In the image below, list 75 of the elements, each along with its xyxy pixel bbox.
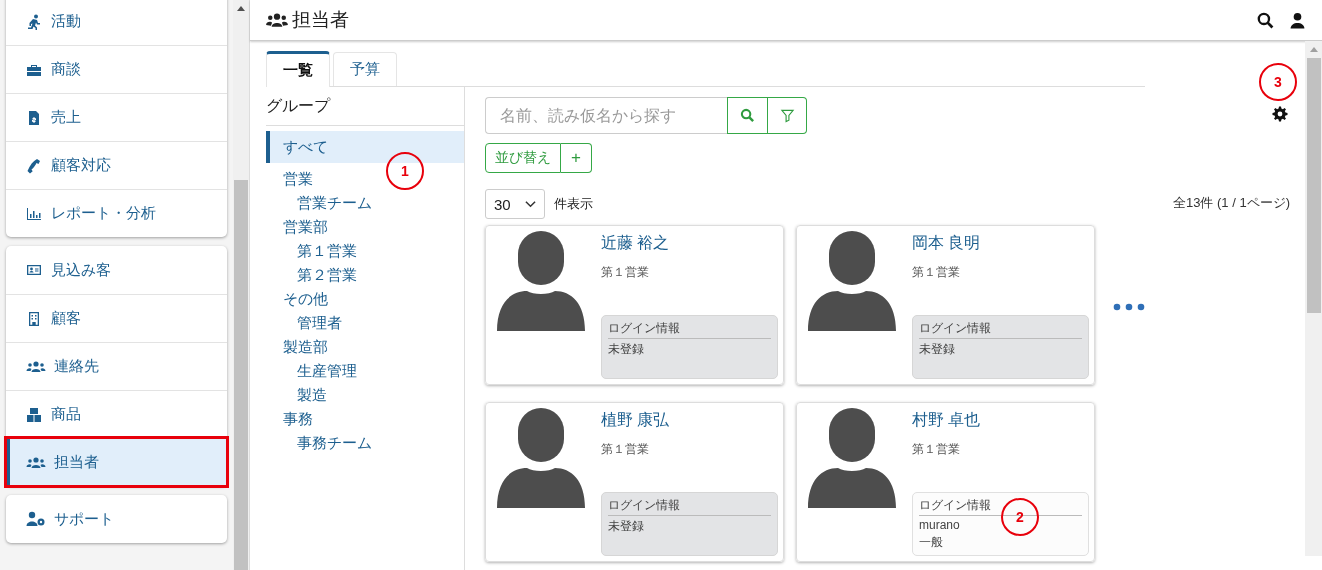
staff-group: 第１営業 — [912, 264, 1089, 281]
staff-name[interactable]: 近藤 裕之 — [601, 233, 778, 254]
staff-group: 第１営業 — [601, 441, 778, 458]
sidebar-item[interactable]: 顧客 — [6, 294, 227, 342]
login-info-text: murano — [919, 518, 960, 532]
page-title: 担当者 — [292, 8, 349, 32]
scroll-up-arrow-icon[interactable] — [237, 6, 245, 11]
login-info-text: 未登録 — [919, 341, 955, 358]
filter-button[interactable] — [768, 97, 807, 134]
callout-number: 1 — [386, 152, 424, 190]
id-card-icon — [26, 262, 42, 278]
users-icon — [265, 11, 289, 29]
sort-button[interactable]: 並び替え — [485, 143, 561, 173]
staff-name[interactable]: 岡本 良明 — [912, 233, 1089, 254]
callout-number: 3 — [1259, 63, 1297, 101]
staff-group: 第１営業 — [601, 264, 778, 281]
building-icon — [26, 310, 42, 327]
users-icon — [26, 454, 46, 471]
search-button[interactable] — [727, 97, 768, 134]
group-item[interactable]: 事務 — [266, 407, 313, 431]
staff-card[interactable]: 近藤 裕之 第１営業 ログイン情報 未登録 — [485, 225, 784, 385]
group-item[interactable]: 営業部 — [266, 215, 328, 239]
user-icon[interactable] — [1289, 11, 1306, 29]
login-info-text: 一般 — [919, 534, 943, 551]
staff-name[interactable]: 植野 康弘 — [601, 410, 778, 431]
tab[interactable]: 予算 — [333, 52, 397, 86]
settings-icon[interactable] — [1272, 106, 1288, 122]
group-item[interactable]: 生産管理 — [266, 359, 357, 383]
chevron-down-icon — [525, 200, 536, 208]
search-icon[interactable] — [1257, 11, 1274, 29]
staff-name[interactable]: 村野 卓也 — [912, 410, 1089, 431]
users-icon — [26, 358, 46, 375]
sidebar-item[interactable]: 商談 — [6, 45, 227, 93]
group-item[interactable]: 営業チーム — [266, 191, 372, 215]
sidebar-item[interactable]: 顧客対応 — [6, 141, 227, 189]
sidebar-item[interactable]: 担当者 — [6, 438, 227, 486]
search-field[interactable]: 名前、読み仮名から探す — [485, 97, 727, 134]
sidebar-item[interactable]: レポート・分析 — [6, 189, 227, 237]
search-icon — [740, 108, 755, 123]
staff-group: 第１営業 — [912, 441, 1089, 458]
add-button[interactable]: + — [561, 143, 592, 173]
login-info-title: ログイン情報 — [919, 320, 1082, 339]
more-icon[interactable] — [1113, 303, 1145, 311]
sidebar-item[interactable]: 見込み客 — [6, 246, 227, 294]
group-item[interactable]: すべて — [266, 131, 464, 163]
login-info-title: ログイン情報 — [608, 497, 771, 516]
panel-title: グループ — [266, 96, 464, 126]
group-item[interactable]: その他 — [266, 287, 328, 311]
login-info-title: ログイン情報 — [608, 320, 771, 339]
page-size-label: 件表示 — [554, 195, 593, 213]
sidebar-item[interactable]: 売上 — [6, 93, 227, 141]
group-item[interactable]: 管理者 — [266, 311, 342, 335]
group-item[interactable]: 第２営業 — [266, 263, 357, 287]
sidebar-item[interactable]: サポート — [6, 495, 227, 543]
login-info-text: 未登録 — [608, 341, 644, 358]
staff-card[interactable]: 岡本 良明 第１営業 ログイン情報 未登録 — [796, 225, 1095, 385]
sidebar-item[interactable]: 活動 — [6, 0, 227, 45]
bar-chart-icon — [26, 205, 42, 222]
running-icon — [26, 13, 42, 30]
group-item[interactable]: 第１営業 — [266, 239, 357, 263]
group-item[interactable]: 事務チーム — [266, 431, 372, 455]
scrollbar[interactable] — [233, 0, 250, 570]
group-item[interactable]: 製造 — [266, 383, 327, 407]
group-item[interactable]: 営業 — [266, 167, 313, 191]
record-count: 全13件 (1 / 1ページ) — [1172, 194, 1290, 212]
tab[interactable]: 一覧 — [266, 51, 330, 87]
group-item[interactable]: 製造部 — [266, 335, 328, 359]
sidebar-item[interactable]: 連絡先 — [6, 342, 227, 390]
filter-icon — [779, 108, 795, 123]
scrollbar[interactable] — [1305, 41, 1322, 556]
page-size-dropdown[interactable]: 30 — [485, 189, 545, 219]
user-gear-icon — [26, 511, 46, 527]
login-info-text: 未登録 — [608, 518, 644, 535]
staff-card[interactable]: 植野 康弘 第１営業 ログイン情報 未登録 — [485, 402, 784, 562]
boxes-icon — [26, 406, 42, 423]
